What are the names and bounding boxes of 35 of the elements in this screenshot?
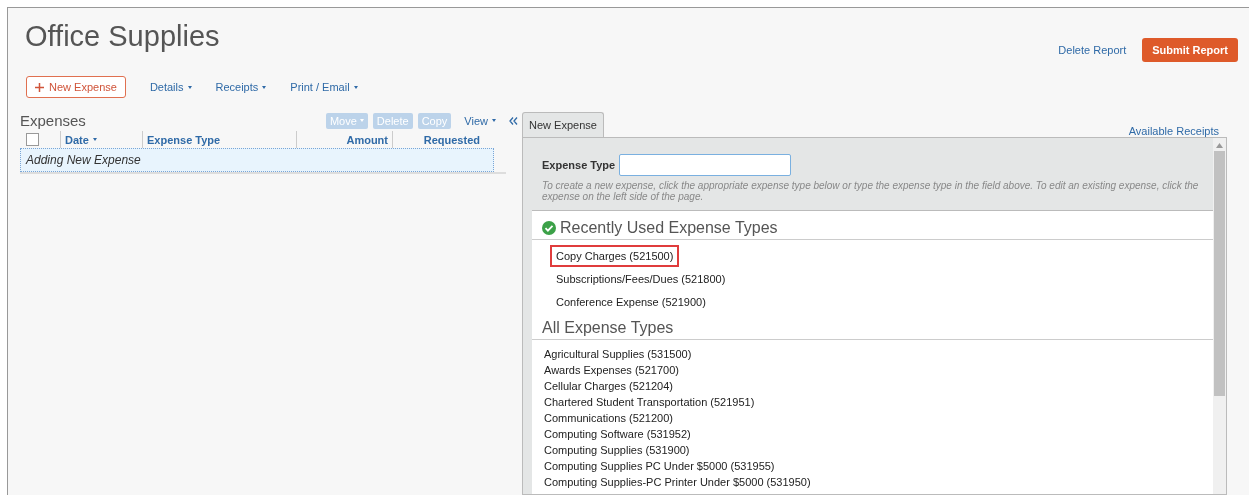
expense-type-link[interactable]: Computing Supplies-PC Printer Under $5000 (531950) (532, 474, 1213, 490)
expense-type-link[interactable]: Communications (521200) (532, 410, 1213, 426)
section-title: All Expense Types (542, 319, 674, 337)
expense-type-link[interactable]: Computing Supplies (531900) (532, 442, 1213, 458)
select-all-checkbox[interactable] (26, 133, 39, 146)
expense-type-link[interactable]: Computing Software (531952) (532, 426, 1213, 442)
menu-button[interactable]: Details (149, 81, 192, 93)
section-title: Recently Used Expense Types (560, 219, 778, 237)
expense-type-link[interactable]: Cellular Charges (521204) (532, 378, 1213, 394)
expense-type-link[interactable]: Awards Expenses (521700) (532, 362, 1213, 378)
expense-type-field[interactable] (619, 154, 792, 176)
expense-type-link[interactable]: Copy Charges (521500) (550, 245, 680, 267)
collapse-icon[interactable] (509, 116, 518, 125)
scroll-up-icon[interactable] (1216, 143, 1223, 148)
expense-type-link[interactable]: Subscriptions/Fees/Dues (521800) (550, 268, 732, 290)
field-label: Expense Type (542, 159, 616, 171)
expense-type-link[interactable]: Chartered Student Transportation (521951) (532, 394, 1213, 410)
expense-type-link[interactable]: Conference Expense (521900) (550, 291, 712, 313)
expense-row[interactable]: Adding New Expense (20, 148, 494, 172)
menu-button[interactable]: Receipts (215, 81, 267, 93)
view-menu-button[interactable]: View (464, 114, 496, 127)
plus-icon (35, 82, 44, 92)
expenses-title: Expenses (20, 112, 87, 129)
tab[interactable]: New Expense (522, 112, 604, 138)
delete-report-link[interactable]: Delete Report (1058, 44, 1127, 56)
expense-type-link[interactable]: Agricultural Supplies (531500) (532, 346, 1213, 362)
check-circle-icon (542, 221, 556, 235)
scrollbar[interactable] (1213, 138, 1226, 494)
submit-report-button[interactable]: Submit Report (1142, 38, 1238, 62)
new-expense-button[interactable]: New Expense (26, 76, 126, 98)
available-receipts-link[interactable]: Available Receipts (1128, 125, 1219, 137)
expense-type-link[interactable]: Computing Supplies PC Under $5000 (531955) (532, 458, 1213, 474)
menu-button[interactable]: Print / Email (290, 81, 358, 93)
report-title: Office Supplies (25, 20, 220, 53)
hint-text: To create a new expense, click the appropriate expense type below or type the expense type in the field above. To edit an existing expense, click the expense on the left side of the page. (542, 180, 1200, 202)
